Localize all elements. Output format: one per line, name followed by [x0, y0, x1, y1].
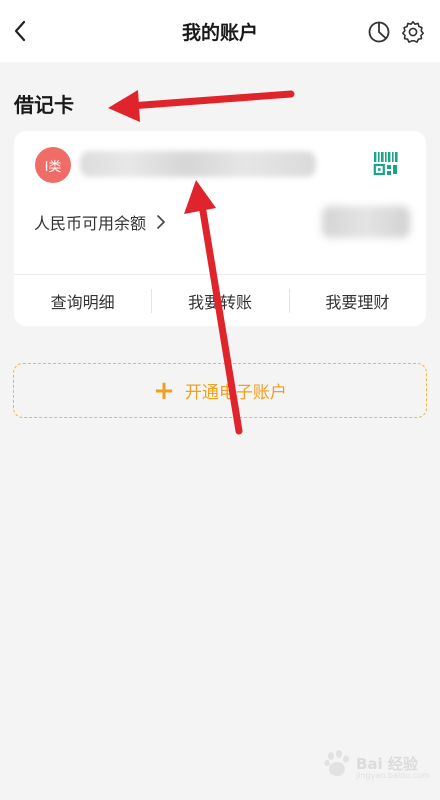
masked-balance-amount	[322, 206, 410, 238]
qr-code-button[interactable]	[372, 150, 400, 178]
chevron-right-icon	[157, 215, 165, 229]
baidu-jingyan-watermark: Bai 经验 jingyan.baidu.com	[320, 744, 430, 784]
open-e-account-button[interactable]: + 开通电子账户	[13, 363, 427, 418]
paw-logo-icon	[324, 750, 349, 776]
statistics-button[interactable]	[367, 20, 391, 44]
card-actions: 查询明细 我要转账 我要理财	[14, 275, 426, 326]
available-balance-link[interactable]: 人民币可用余额	[34, 210, 166, 234]
debit-card[interactable]: I类 人民币可用余额 查询明细 我要转账 我要理财	[14, 131, 426, 326]
settings-gear-icon	[402, 21, 424, 43]
section-title-debit-card: 借记卡	[14, 93, 74, 117]
watermark-url: jingyan.baidu.com	[356, 771, 430, 780]
balance-label: 人民币可用余额	[34, 214, 147, 233]
masked-card-number	[80, 151, 316, 177]
account-class-badge: I类	[35, 147, 71, 183]
transfer-button[interactable]: 我要转账	[151, 275, 288, 326]
wealth-management-button[interactable]: 我要理财	[288, 275, 426, 326]
qr-scan-icon	[373, 152, 398, 176]
navbar: 我的账户	[0, 0, 440, 62]
annotation-arrow-to-title	[108, 90, 295, 122]
settings-button[interactable]	[401, 20, 425, 44]
query-details-button[interactable]: 查询明细	[14, 275, 151, 326]
pie-chart-icon	[368, 21, 390, 43]
plus-icon: +	[153, 375, 175, 406]
open-e-account-label: 开通电子账户	[184, 383, 287, 403]
